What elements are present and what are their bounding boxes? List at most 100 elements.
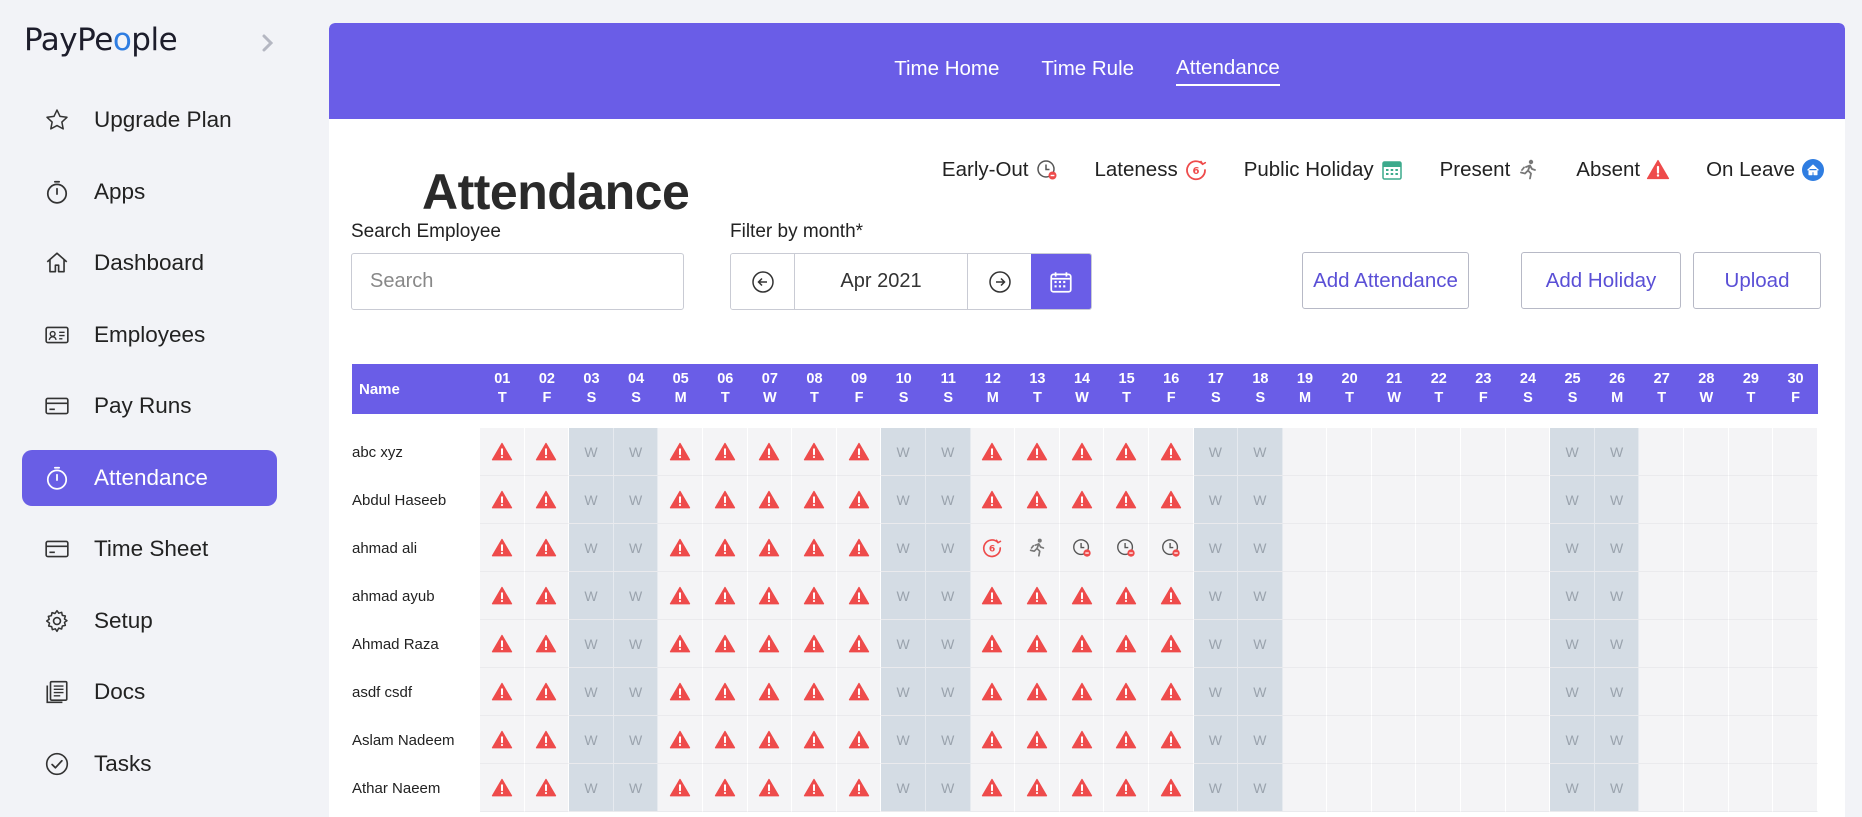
empty-cell[interactable]	[1282, 524, 1328, 572]
attendance-cell[interactable]	[480, 524, 525, 572]
attendance-cell[interactable]	[702, 572, 748, 620]
attendance-cell[interactable]	[747, 668, 793, 716]
attendance-cell[interactable]: 6	[970, 524, 1016, 572]
attendance-cell[interactable]	[524, 524, 570, 572]
attendance-cell[interactable]	[658, 668, 703, 716]
search-input[interactable]	[351, 253, 684, 310]
attendance-cell[interactable]	[1148, 716, 1194, 764]
empty-cell[interactable]	[1684, 716, 1729, 764]
weekend-cell[interactable]: W	[613, 572, 659, 620]
attendance-cell[interactable]	[836, 476, 882, 524]
sidebar-item-dashboard[interactable]: Dashboard	[22, 235, 277, 291]
empty-cell[interactable]	[1282, 428, 1328, 476]
weekend-cell[interactable]: W	[925, 620, 971, 668]
add-holiday-button[interactable]: Add Holiday	[1521, 252, 1681, 309]
attendance-cell[interactable]	[1059, 476, 1105, 524]
empty-cell[interactable]	[1461, 428, 1506, 476]
attendance-cell[interactable]	[702, 476, 748, 524]
weekend-cell[interactable]: W	[569, 572, 614, 620]
attendance-cell[interactable]	[1148, 524, 1194, 572]
weekend-cell[interactable]: W	[1594, 764, 1640, 812]
empty-cell[interactable]	[1371, 668, 1417, 716]
weekend-cell[interactable]: W	[1550, 428, 1595, 476]
empty-cell[interactable]	[1639, 476, 1685, 524]
attendance-cell[interactable]	[1148, 668, 1194, 716]
employee-name[interactable]: Aslam Nadeem	[352, 716, 480, 764]
empty-cell[interactable]	[1327, 524, 1372, 572]
empty-cell[interactable]	[1461, 524, 1506, 572]
attendance-cell[interactable]	[1104, 572, 1149, 620]
empty-cell[interactable]	[1773, 428, 1818, 476]
attendance-cell[interactable]	[970, 620, 1016, 668]
empty-cell[interactable]	[1773, 764, 1818, 812]
weekend-cell[interactable]: W	[613, 428, 659, 476]
weekend-cell[interactable]: W	[1238, 764, 1283, 812]
weekend-cell[interactable]: W	[925, 764, 971, 812]
empty-cell[interactable]	[1282, 668, 1328, 716]
empty-cell[interactable]	[1282, 764, 1328, 812]
weekend-cell[interactable]: W	[1594, 476, 1640, 524]
empty-cell[interactable]	[1639, 524, 1685, 572]
attendance-cell[interactable]	[836, 524, 882, 572]
attendance-cell[interactable]	[836, 620, 882, 668]
weekend-cell[interactable]: W	[881, 428, 926, 476]
empty-cell[interactable]	[1327, 428, 1372, 476]
attendance-cell[interactable]	[792, 476, 837, 524]
weekend-cell[interactable]: W	[613, 620, 659, 668]
attendance-cell[interactable]	[747, 716, 793, 764]
empty-cell[interactable]	[1639, 716, 1685, 764]
empty-cell[interactable]	[1371, 764, 1417, 812]
attendance-cell[interactable]	[480, 764, 525, 812]
weekend-cell[interactable]: W	[925, 668, 971, 716]
attendance-cell[interactable]	[1148, 572, 1194, 620]
attendance-cell[interactable]	[747, 524, 793, 572]
attendance-cell[interactable]	[480, 476, 525, 524]
employee-name[interactable]: Ahmad Raza	[352, 620, 480, 668]
attendance-cell[interactable]	[524, 716, 570, 764]
attendance-cell[interactable]	[1015, 716, 1060, 764]
empty-cell[interactable]	[1327, 716, 1372, 764]
tab-time-rule[interactable]: Time Rule	[1041, 57, 1134, 85]
attendance-cell[interactable]	[1015, 620, 1060, 668]
attendance-cell[interactable]	[480, 572, 525, 620]
add-attendance-button[interactable]: Add Attendance	[1302, 252, 1469, 309]
attendance-cell[interactable]	[1059, 716, 1105, 764]
empty-cell[interactable]	[1505, 476, 1551, 524]
attendance-cell[interactable]	[658, 716, 703, 764]
weekend-cell[interactable]: W	[1238, 524, 1283, 572]
empty-cell[interactable]	[1684, 668, 1729, 716]
attendance-cell[interactable]	[658, 764, 703, 812]
empty-cell[interactable]	[1416, 620, 1462, 668]
tab-time-home[interactable]: Time Home	[894, 57, 999, 85]
attendance-cell[interactable]	[836, 716, 882, 764]
attendance-cell[interactable]	[747, 572, 793, 620]
attendance-cell[interactable]	[792, 716, 837, 764]
empty-cell[interactable]	[1461, 716, 1506, 764]
empty-cell[interactable]	[1728, 428, 1774, 476]
calendar-button[interactable]	[1031, 254, 1091, 309]
attendance-cell[interactable]	[792, 668, 837, 716]
weekend-cell[interactable]: W	[1594, 428, 1640, 476]
attendance-cell[interactable]	[658, 428, 703, 476]
empty-cell[interactable]	[1282, 476, 1328, 524]
empty-cell[interactable]	[1416, 476, 1462, 524]
weekend-cell[interactable]: W	[925, 716, 971, 764]
attendance-cell[interactable]	[1015, 764, 1060, 812]
empty-cell[interactable]	[1505, 620, 1551, 668]
attendance-cell[interactable]	[1104, 620, 1149, 668]
attendance-cell[interactable]	[1015, 476, 1060, 524]
empty-cell[interactable]	[1416, 716, 1462, 764]
sidebar-item-upgrade-plan[interactable]: Upgrade Plan	[22, 92, 277, 148]
attendance-cell[interactable]	[970, 668, 1016, 716]
empty-cell[interactable]	[1505, 572, 1551, 620]
empty-cell[interactable]	[1461, 620, 1506, 668]
empty-cell[interactable]	[1773, 572, 1818, 620]
empty-cell[interactable]	[1327, 764, 1372, 812]
empty-cell[interactable]	[1728, 668, 1774, 716]
empty-cell[interactable]	[1773, 620, 1818, 668]
chevron-right-icon[interactable]	[258, 30, 278, 56]
attendance-cell[interactable]	[1104, 764, 1149, 812]
weekend-cell[interactable]: W	[1238, 476, 1283, 524]
attendance-cell[interactable]	[747, 620, 793, 668]
weekend-cell[interactable]: W	[925, 572, 971, 620]
